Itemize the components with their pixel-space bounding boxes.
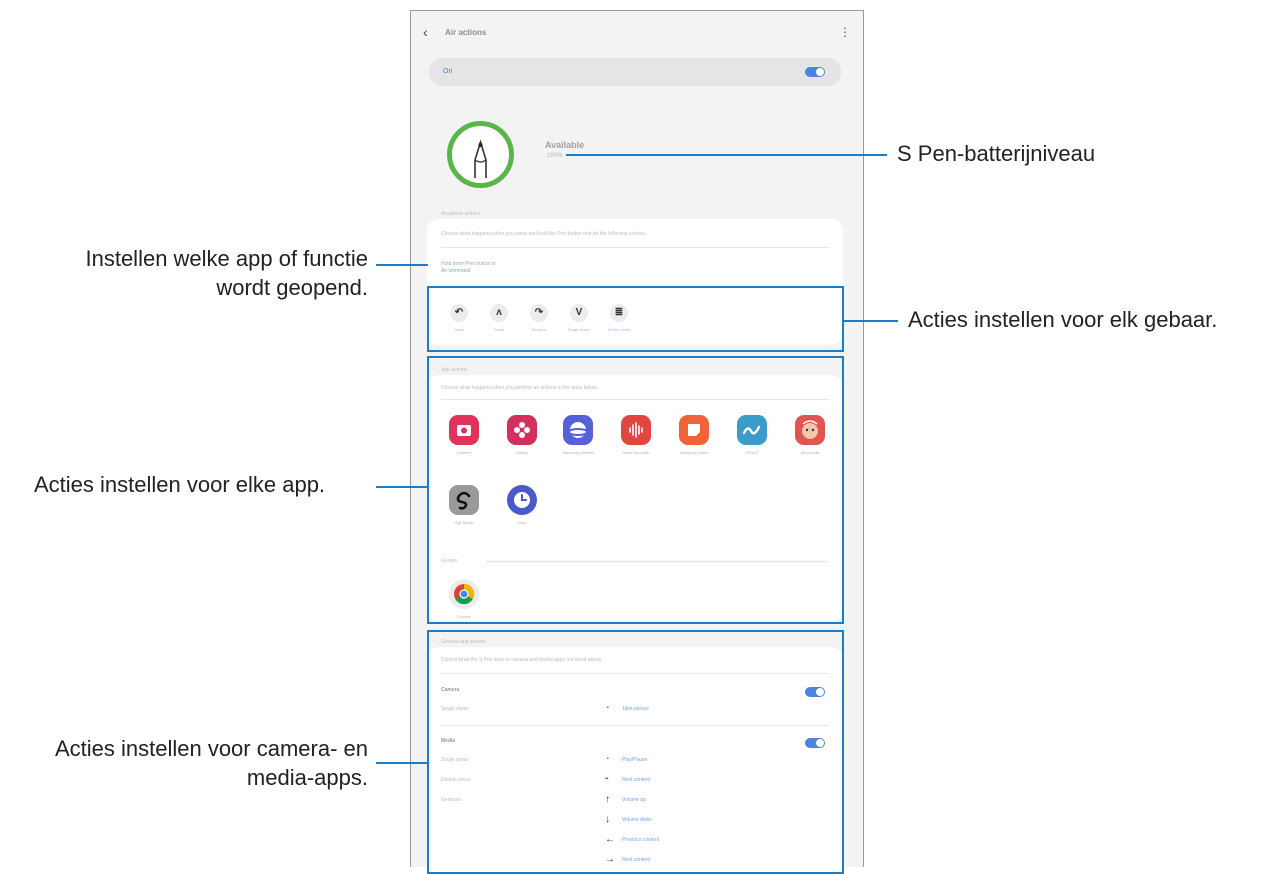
media-leader-line (376, 762, 428, 764)
press-hold-leader-line (376, 264, 428, 266)
press-hold-label: Hold down Pen button to (441, 261, 496, 267)
press-hold-callout-line1: Instellen welke app of functie (85, 246, 368, 271)
apps-leader-line (376, 486, 428, 488)
press-hold-value: Air command (441, 268, 471, 274)
press-hold-callout: Instellen welke app of functie wordt geo… (20, 244, 368, 302)
master-toggle-switch[interactable] (805, 67, 825, 77)
gestures-highlight-box (427, 286, 844, 352)
anywhere-actions-description: Choose what happens when you press and h… (441, 231, 647, 237)
gestures-callout: Acties instellen voor elk gebaar. (908, 307, 1218, 332)
media-highlight-box (427, 630, 844, 874)
apps-highlight-box (427, 356, 844, 624)
s-pen-icon (447, 121, 514, 188)
anywhere-actions-section-label: Anywhere actions (441, 211, 481, 217)
back-arrow-icon[interactable]: ‹ (423, 24, 428, 40)
battery-callout: S Pen-batterijniveau (897, 141, 1096, 166)
master-toggle-label: On (443, 68, 453, 75)
apps-callout: Acties instellen voor elke app. (34, 472, 326, 497)
master-toggle-row[interactable]: On (429, 58, 841, 86)
media-callout-line1: Acties instellen voor camera- en (54, 736, 368, 761)
more-vert-icon[interactable]: ⋮ (839, 25, 851, 39)
page-title: Air actions (445, 28, 487, 37)
divider (441, 247, 829, 248)
press-hold-callout-line2: wordt geopend. (216, 275, 368, 300)
pen-status-text: Available (545, 140, 585, 150)
media-callout: Acties instellen voor camera- en media-a… (0, 734, 368, 792)
pen-battery-text: 100% (547, 153, 563, 159)
media-callout-line2: media-apps. (246, 765, 368, 790)
battery-leader-line (566, 154, 887, 156)
top-app-bar: ‹ Air actions ⋮ (411, 11, 863, 55)
gestures-leader-line (842, 320, 898, 322)
